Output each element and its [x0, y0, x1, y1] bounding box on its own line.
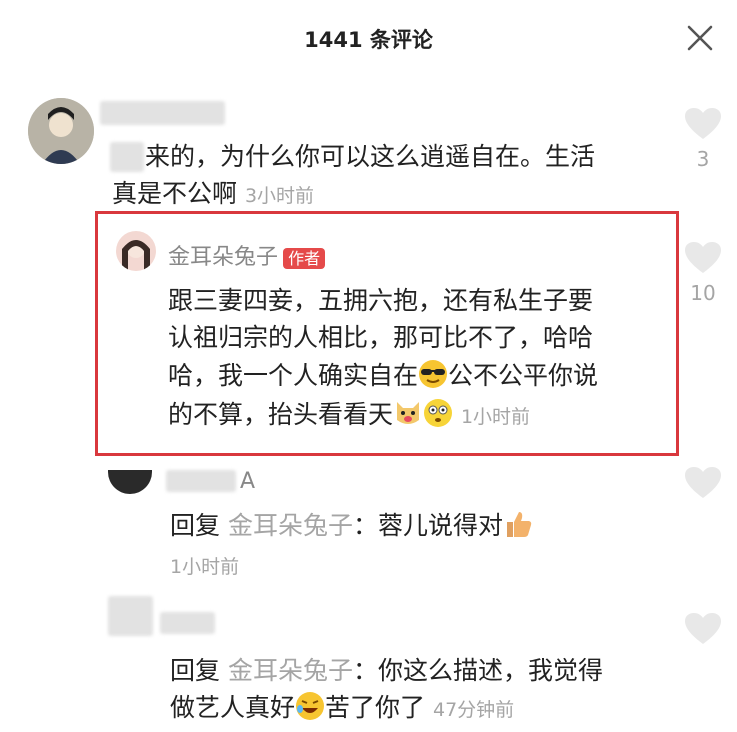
- like-count: 3: [696, 147, 710, 171]
- text-blurred: [110, 142, 144, 172]
- username-blurred: [166, 470, 236, 492]
- author-badge: 作者: [283, 248, 326, 269]
- comment-text: 哈，我一个人确实自在 公不公平你说: [168, 357, 598, 395]
- author-row: 金耳朵兔子 作者: [168, 239, 326, 271]
- reply-to-user[interactable]: 金耳朵兔子: [228, 511, 353, 540]
- comment-text-line: 的不算，抬头看看天: [168, 400, 394, 429]
- dog-emoji-icon: [393, 398, 423, 428]
- comment-text: 的不算，抬头看看天 1小时前: [168, 396, 530, 436]
- heart-icon[interactable]: [684, 466, 722, 500]
- avatar[interactable]: [116, 231, 156, 271]
- author-name[interactable]: 金耳朵兔子: [168, 245, 278, 270]
- avatar[interactable]: [108, 470, 152, 494]
- page-title: 1441 条评论: [304, 28, 433, 52]
- heart-icon[interactable]: [684, 241, 722, 275]
- close-icon[interactable]: [684, 22, 716, 54]
- comment-text: 认祖归宗的人相比，那可比不了，哈哈: [168, 323, 594, 352]
- username-blurred: [100, 101, 225, 125]
- reply-content: ：你这么描述，我觉得: [352, 656, 603, 685]
- reply-text: 回复 金耳朵兔子：蓉儿说得对: [170, 507, 533, 545]
- comment-time: 1小时前: [170, 556, 240, 578]
- comment-text-line: 公不公平你说: [448, 361, 599, 390]
- reply-content: 做艺人真好: [170, 693, 296, 722]
- thumbs-up-emoji-icon: [503, 509, 533, 539]
- comment-text: 来的，为什么你可以这么逍遥自在。生活: [145, 142, 596, 171]
- comment-text-line: 真是不公啊: [112, 179, 238, 208]
- comment-text-line: 哈，我一个人确实自在: [168, 361, 419, 390]
- reply-to-user[interactable]: 金耳朵兔子: [228, 656, 353, 685]
- username-blurred: [160, 612, 215, 634]
- reply-prefix: 回复: [170, 656, 221, 685]
- dizzy-emoji-icon: [423, 398, 453, 428]
- reply-prefix: 回复: [170, 511, 221, 540]
- heart-icon[interactable]: [684, 612, 722, 646]
- username-blurred: [108, 596, 153, 636]
- reply-text: 做艺人真好 苦了你了 47分钟前: [170, 689, 514, 729]
- avatar[interactable]: [28, 98, 94, 164]
- heart-icon[interactable]: [684, 107, 722, 141]
- sunglasses-emoji-icon: [418, 359, 448, 389]
- comment-text: 真是不公啊 3小时前: [112, 175, 314, 215]
- comment-time: 47分钟前: [432, 699, 515, 721]
- username-partial: A: [240, 469, 256, 494]
- comment-time: 1小时前: [460, 406, 531, 428]
- like-count: 10: [690, 281, 716, 305]
- comment-text: 跟三妻四妾，五拥六抱，还有私生子要: [168, 286, 594, 315]
- rolling-laugh-emoji-icon: [295, 691, 325, 721]
- reply-content: ：蓉儿说得对: [352, 511, 503, 540]
- reply-text: 回复 金耳朵兔子：你这么描述，我觉得: [170, 652, 603, 690]
- reply-content: 苦了你了: [325, 693, 426, 722]
- comment-time: 3小时前: [244, 185, 315, 207]
